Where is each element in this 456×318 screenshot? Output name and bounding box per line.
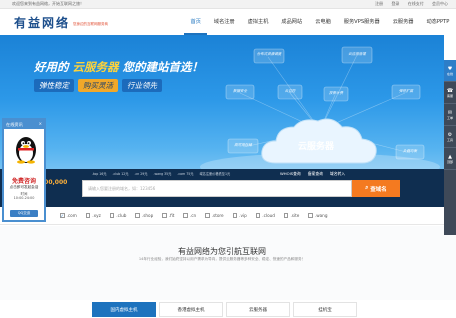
checkbox[interactable] bbox=[205, 213, 210, 218]
tld-option[interactable]: .cn bbox=[183, 213, 196, 218]
icp-link[interactable]: 备案查询 bbox=[308, 171, 323, 177]
tab-hk-host[interactable]: 香港虚拟主机 bbox=[159, 302, 223, 317]
cloud-label: 云服务器 bbox=[298, 142, 335, 152]
checkbox[interactable] bbox=[109, 213, 115, 218]
checkbox[interactable] bbox=[255, 213, 261, 218]
register-link[interactable]: 注册 bbox=[375, 1, 383, 6]
product-tabs: 国内虚拟主机 香港虚拟主机 云服务器 挂机宝 bbox=[92, 302, 360, 317]
sidebar-top[interactable]: ▲ 顶部 bbox=[444, 148, 456, 170]
checkbox[interactable] bbox=[283, 213, 289, 218]
tld-option[interactable]: .fit bbox=[162, 213, 174, 218]
checkbox[interactable] bbox=[232, 213, 238, 218]
logo-text: 有益网络 bbox=[14, 15, 71, 30]
extension-prices: .top 16元 .club 12元 .cn 29元 .wang 35元 .co… bbox=[92, 171, 236, 176]
feature-label: 数据安全 bbox=[233, 89, 247, 93]
checkbox[interactable]: ✓ bbox=[60, 213, 65, 218]
feature-label: 弹性扩展 bbox=[399, 89, 413, 93]
top-bar: 欢迎您来到有益网络，开始互联网之旅！ 注册 登录 在线支付 会员中心 bbox=[0, 0, 456, 9]
extension-price[interactable]: .cn 29元 bbox=[134, 171, 147, 176]
nav-domain[interactable]: 域名注册 bbox=[207, 9, 241, 35]
search-button-label: 查域名 bbox=[370, 186, 387, 193]
nav-cloud-server[interactable]: 云服务器 bbox=[386, 9, 420, 35]
banner-tag: 弹性稳定 bbox=[34, 79, 74, 92]
whois-links: WHOIS查询 备案查询 域名转入 bbox=[280, 171, 352, 177]
feature-label: 云监控 bbox=[284, 89, 296, 93]
qq-title: 免费咨询 bbox=[11, 178, 36, 185]
logo[interactable]: 有益网络 您身边的互联网服务商 bbox=[14, 14, 164, 31]
sidebar-online[interactable]: ♥ 在线 bbox=[444, 60, 456, 82]
whois-link[interactable]: WHOIS查询 bbox=[280, 171, 301, 177]
nav-home[interactable]: 首页 bbox=[184, 9, 208, 35]
welcome-text: 欢迎您来到有益网络，开始互联网之旅！ bbox=[12, 1, 84, 6]
banner-tags: 弹性稳定 购买灵活 行业领先 bbox=[34, 79, 166, 92]
nav-websites[interactable]: 成品网站 bbox=[275, 9, 309, 35]
extension-price: 域名注册价格低至1元 bbox=[199, 172, 231, 176]
payment-link[interactable]: 在线支付 bbox=[408, 1, 424, 6]
tld-option[interactable]: .club bbox=[109, 213, 126, 218]
close-icon[interactable]: × bbox=[39, 121, 42, 126]
tab-domestic-host[interactable]: 国内虚拟主机 bbox=[92, 302, 156, 317]
tld-option[interactable]: .wang bbox=[308, 213, 328, 218]
right-gutter bbox=[444, 235, 456, 300]
nav-pptp[interactable]: 动态PPTP bbox=[420, 9, 456, 35]
domain-search-bar: 000,000 .top 16元 .club 12元 .cn 29元 .wang… bbox=[0, 169, 444, 207]
intro-section: 有益网络为您引航互联网 14年行业经验，我们始终坚持以用户需求为导向，提供云服务… bbox=[0, 226, 444, 317]
tld-option[interactable]: .store bbox=[205, 213, 224, 218]
hero-banner[interactable]: 好用的 云服务器 您的建站首选！ 弹性稳定 购买灵活 行业领先 云服务器 分布式… bbox=[0, 35, 444, 177]
domain-search-input[interactable]: 请输入您要注册的域名，如：123456 bbox=[82, 180, 352, 197]
checkbox[interactable] bbox=[135, 213, 140, 218]
sidebar-service[interactable]: ☎ 客服 bbox=[444, 82, 456, 104]
qq-consult-widget: 在线资讯 × 免费咨询 点击即可发起会话 时间 10:00-24:00 QQ交谈 bbox=[2, 118, 46, 222]
nav-virtual-host[interactable]: 虚拟主机 bbox=[241, 9, 275, 35]
feature-label: 高可用存储 bbox=[234, 143, 252, 147]
sidebar-tools[interactable]: ⚙ 工具 bbox=[444, 126, 456, 148]
section-title: 有益网络为您引航互联网 bbox=[178, 247, 266, 256]
banner-slogan: 好用的 云服务器 您的建站首选！ bbox=[34, 59, 203, 75]
transfer-link[interactable]: 域名转入 bbox=[330, 171, 345, 177]
tab-cloud-server[interactable]: 云服务器 bbox=[226, 302, 290, 317]
tld-checkboxes: ✓ .com .xyz .club .shop .fit .cn .store .… bbox=[0, 207, 444, 225]
extension-price[interactable]: .wang 35元 bbox=[154, 171, 172, 176]
checkbox[interactable] bbox=[308, 213, 313, 218]
tld-option[interactable]: .shop bbox=[135, 213, 153, 218]
banner-tag: 行业领先 bbox=[122, 79, 162, 92]
tld-option[interactable]: ✓ .com bbox=[60, 213, 77, 218]
section-subtitle: 14年行业经验，我们始终坚持以用户需求为导向，提供云服务器等多种安全、稳定、快速… bbox=[138, 257, 306, 261]
right-sidebar: ♥ 在线 ☎ 客服 ✉ 工单 ⚙ 工具 ▲ 顶部 bbox=[444, 60, 456, 235]
sidebar-ticket[interactable]: ✉ 工单 bbox=[444, 104, 456, 126]
feature-label: 按需计费 bbox=[329, 91, 343, 95]
checkbox[interactable] bbox=[183, 213, 188, 218]
main-nav: 首页 域名注册 虚拟主机 成品网站 云电脑 服务VPS服务器 云服务器 动态PP… bbox=[184, 9, 456, 35]
slogan-highlight: 云服务器 bbox=[72, 60, 119, 74]
qq-hint: 点击即可发起会话 bbox=[9, 185, 39, 189]
tld-option[interactable]: .site bbox=[283, 213, 299, 218]
tab-hanging-box[interactable]: 挂机宝 bbox=[293, 302, 357, 317]
tld-option[interactable]: .vip bbox=[232, 213, 247, 218]
qq-time-value: 10:00-24:00 bbox=[13, 196, 35, 200]
logo-subtitle: 您身边的互联网服务商 bbox=[73, 22, 109, 26]
search-domain-button[interactable]: ⌕ 查域名 bbox=[352, 180, 400, 197]
top-links: 注册 登录 在线支付 会员中心 bbox=[368, 1, 448, 7]
checkbox[interactable] bbox=[162, 213, 167, 218]
feature-label: 分布式资源调度 bbox=[256, 52, 282, 56]
header: 有益网络 您身边的互联网服务商 首页 域名注册 虚拟主机 成品网站 云电脑 服务… bbox=[0, 9, 456, 35]
extension-price[interactable]: .club 12元 bbox=[113, 171, 129, 176]
member-center-link[interactable]: 会员中心 bbox=[432, 1, 448, 6]
feature-label: 云应用管理 bbox=[348, 52, 366, 56]
extension-price[interactable]: .top 16元 bbox=[92, 171, 107, 176]
qq-chat-button[interactable]: QQ交谈 bbox=[10, 210, 38, 217]
login-link[interactable]: 登录 bbox=[391, 1, 399, 6]
tld-option[interactable]: .cloud bbox=[255, 213, 275, 218]
feature-label: 负载均衡 bbox=[403, 149, 417, 153]
checkbox[interactable] bbox=[85, 213, 91, 218]
banner-tag: 购买灵活 bbox=[78, 79, 118, 92]
extension-price[interactable]: .com 75元 bbox=[177, 171, 193, 176]
nav-vps[interactable]: 服务VPS服务器 bbox=[337, 9, 386, 35]
search-icon: ⌕ bbox=[365, 185, 369, 191]
slogan-part2: 您的建站首选！ bbox=[122, 60, 204, 74]
nav-cloud-pc[interactable]: 云电脑 bbox=[309, 9, 338, 35]
tld-option[interactable]: .xyz bbox=[85, 213, 101, 218]
qq-penguin-icon bbox=[16, 137, 36, 164]
slogan-part1: 好用的 bbox=[34, 60, 69, 74]
